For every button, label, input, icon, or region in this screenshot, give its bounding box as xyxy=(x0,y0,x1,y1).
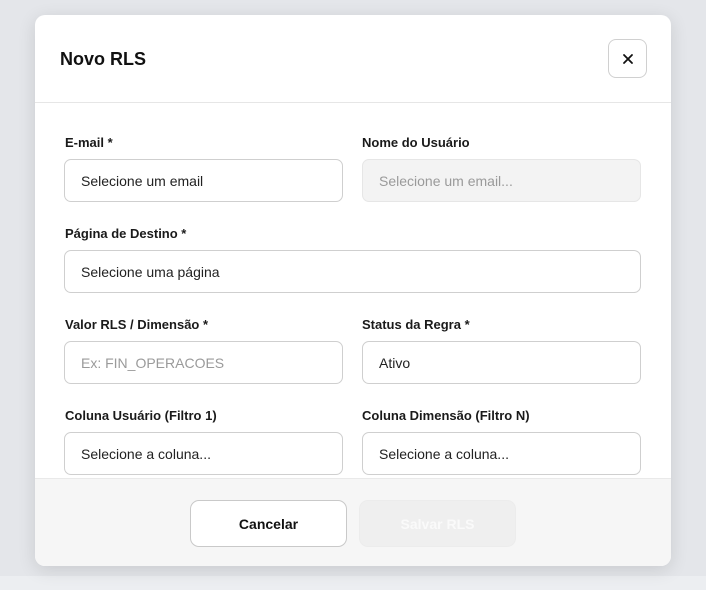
email-select[interactable]: Selecione um email xyxy=(64,159,343,202)
dimension-column-select[interactable]: Selecione a coluna... xyxy=(362,432,641,475)
user-column-label: Coluna Usuário (Filtro 1) xyxy=(65,408,217,423)
destination-page-select[interactable]: Selecione uma página xyxy=(64,250,641,293)
user-name-field[interactable] xyxy=(362,159,641,202)
new-rls-dialog: Novo RLS E-mail * Selecione um email Nom… xyxy=(35,15,671,566)
user-name-label: Nome do Usuário xyxy=(362,135,470,150)
rule-status-label: Status da Regra * xyxy=(362,317,470,332)
modal-footer: Cancelar Salvar RLS xyxy=(35,478,671,566)
rls-value-label: Valor RLS / Dimensão * xyxy=(65,317,209,332)
close-button[interactable] xyxy=(608,39,647,78)
modal-title: Novo RLS xyxy=(60,49,147,69)
email-label: E-mail * xyxy=(65,135,113,150)
close-icon xyxy=(622,53,633,64)
rls-value-input[interactable] xyxy=(64,341,343,384)
dimension-column-label: Coluna Dimensão (Filtro N) xyxy=(362,408,530,423)
destination-page-label: Página de Destino * xyxy=(65,226,187,241)
modal-header: Novo RLS xyxy=(35,15,671,103)
save-rls-button[interactable]: Salvar RLS xyxy=(359,500,516,547)
cancel-button[interactable]: Cancelar xyxy=(190,500,347,547)
rule-status-select[interactable]: Ativo xyxy=(362,341,641,384)
user-column-select[interactable]: Selecione a coluna... xyxy=(64,432,343,475)
